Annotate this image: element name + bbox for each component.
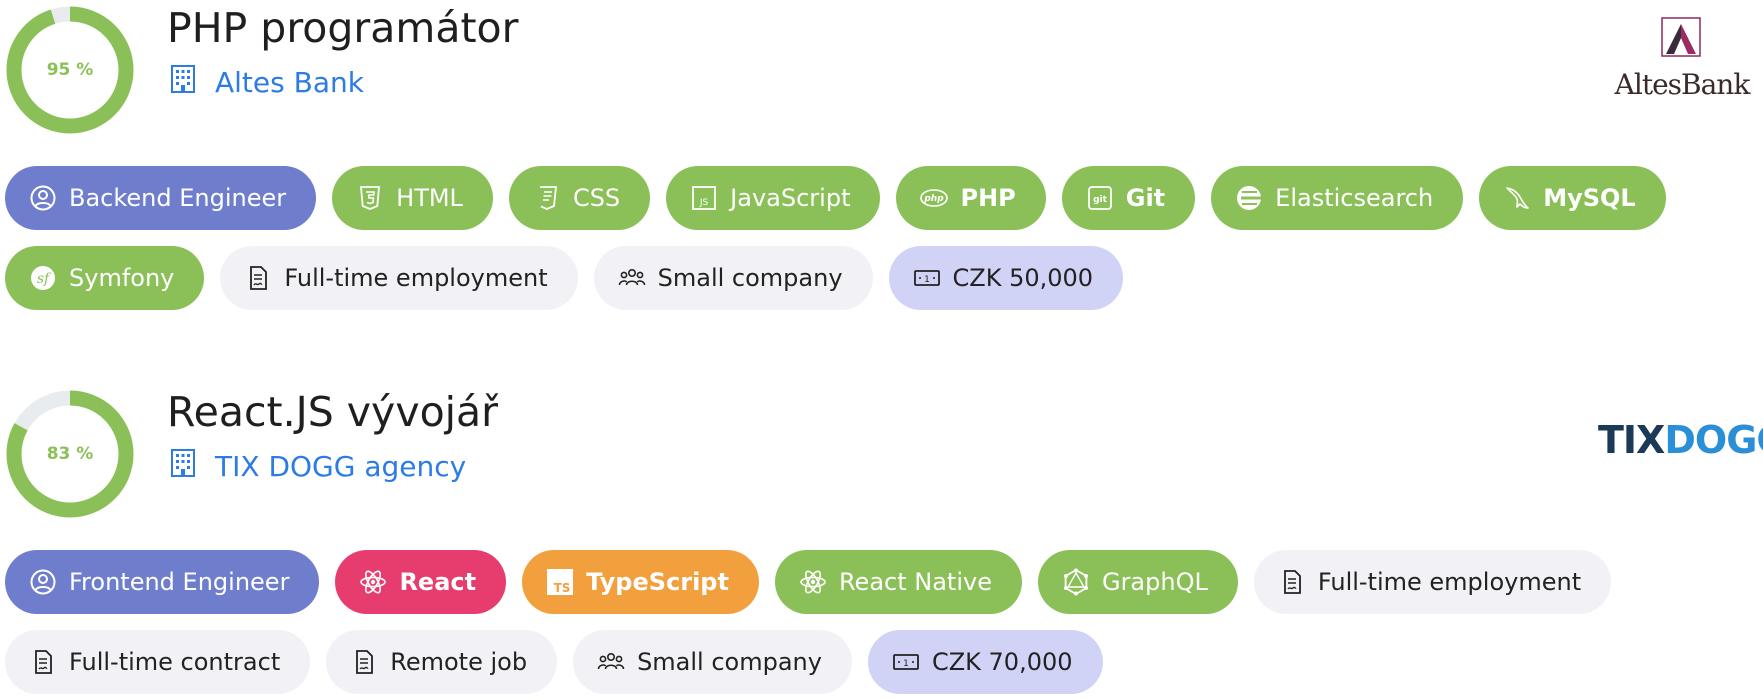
git-icon: git: [1086, 184, 1114, 212]
tag-label: CZK 70,000: [931, 648, 1073, 676]
mysql-dolphin-icon: [1503, 184, 1531, 212]
tag-label: Small company: [637, 648, 822, 676]
match-percentage: 83 %: [46, 444, 94, 464]
tag-label: GraphQL: [1101, 568, 1208, 596]
match-ring: 95 %: [6, 6, 134, 134]
tag-label: MySQL: [1543, 184, 1636, 212]
tag-label: CSS: [572, 184, 621, 212]
contract-icon: [1278, 568, 1306, 596]
tag-label: Frontend Engineer: [69, 568, 290, 596]
tag-label: Elasticsearch: [1275, 184, 1434, 212]
tag-employment-type[interactable]: Full-time employment: [1253, 550, 1612, 614]
tag-skill-html[interactable]: HTML: [332, 166, 493, 230]
tag-skill-graphql[interactable]: GraphQL: [1037, 550, 1238, 614]
contract-icon: [244, 264, 272, 292]
tag-employment-type[interactable]: Full-time employment: [220, 246, 578, 310]
company-logo-text: TIXDOGG: [1598, 418, 1763, 462]
symfony-icon: sf: [29, 264, 57, 292]
job-title[interactable]: React.JS vývojář: [167, 388, 498, 436]
tag-label: React: [399, 568, 477, 596]
js-icon: JS: [690, 184, 718, 212]
tag-skill-php[interactable]: php PHP: [896, 166, 1046, 230]
people-group-icon: [618, 264, 646, 292]
tag-company-size[interactable]: Small company: [593, 246, 873, 310]
tag-role[interactable]: Backend Engineer: [5, 166, 317, 230]
company-link[interactable]: TIX DOGG agency: [167, 446, 466, 486]
tag-label: Backend Engineer: [69, 184, 287, 212]
svg-text:1: 1: [924, 275, 930, 285]
tag-skill-elasticsearch[interactable]: Elasticsearch: [1211, 166, 1464, 230]
company-logo[interactable]: AltesBank: [1612, 16, 1752, 101]
tag-label: HTML: [396, 184, 463, 212]
tag-skill-react-native[interactable]: React Native: [774, 550, 1022, 614]
tag-label: JavaScript: [730, 184, 851, 212]
banknote-icon: 1: [892, 648, 920, 676]
svg-text:JS: JS: [699, 198, 709, 208]
tag-label: Full-time employment: [1317, 568, 1582, 596]
banknote-icon: 1: [913, 264, 941, 292]
match-percentage: 95 %: [46, 60, 94, 80]
contract-icon: [29, 648, 57, 676]
tag-label: PHP: [960, 184, 1016, 212]
tag-label: Git: [1125, 184, 1166, 212]
tag-salary[interactable]: 1 CZK 70,000: [867, 630, 1103, 694]
people-group-icon: [597, 648, 625, 676]
tag-label: Full-time employment: [284, 264, 548, 292]
tag-label: Symfony: [69, 264, 175, 292]
css3-icon: [533, 184, 561, 212]
svg-text:1: 1: [903, 659, 909, 669]
tag-row: Backend Engineer HTML CSS JS JavaScript p…: [5, 166, 1666, 230]
tag-role[interactable]: Frontend Engineer: [5, 550, 320, 614]
svg-text:TS: TS: [554, 581, 571, 595]
tag-skill-mysql[interactable]: MySQL: [1479, 166, 1666, 230]
tag-row: sf Symfony Full-time employment Small com…: [5, 246, 1124, 310]
php-icon: php: [920, 184, 949, 212]
company-logo[interactable]: TIXDOGG: [1598, 416, 1763, 464]
tag-label: Full-time contract: [69, 648, 281, 676]
tag-contract-type[interactable]: Full-time contract: [5, 630, 311, 694]
typescript-icon: TS: [546, 568, 574, 596]
tag-skill-symfony[interactable]: sf Symfony: [5, 246, 205, 310]
company-link[interactable]: Altes Bank: [167, 62, 364, 102]
tag-label: Small company: [657, 264, 843, 292]
tag-remote[interactable]: Remote job: [326, 630, 558, 694]
tag-skill-git[interactable]: git Git: [1061, 166, 1196, 230]
tag-skill-react[interactable]: React: [335, 550, 507, 614]
svg-text:php: php: [924, 194, 945, 204]
building-icon: [167, 447, 199, 486]
altes-bank-emblem: [1661, 17, 1701, 57]
react-icon: [359, 568, 387, 596]
match-ring: 83 %: [6, 390, 134, 518]
company-name: Altes Bank: [215, 65, 364, 99]
tag-label: React Native: [838, 568, 992, 596]
company-logo-text: AltesBank: [1614, 68, 1751, 101]
user-circle-icon: [29, 184, 57, 212]
tag-company-size[interactable]: Small company: [573, 630, 852, 694]
tag-row: Frontend Engineer React TS TypeScript Rea…: [5, 550, 1612, 614]
elasticsearch-icon: [1235, 184, 1263, 212]
tag-skill-typescript[interactable]: TS TypeScript: [522, 550, 759, 614]
user-circle-icon: [29, 568, 57, 596]
html5-icon: [356, 184, 384, 212]
tag-salary[interactable]: 1 CZK 50,000: [888, 246, 1124, 310]
company-name: TIX DOGG agency: [215, 449, 467, 483]
tag-skill-css[interactable]: CSS: [508, 166, 651, 230]
tag-row: Full-time contract Remote job Small comp…: [5, 630, 1103, 694]
tag-label: TypeScript: [586, 568, 729, 596]
tag-skill-javascript[interactable]: JS JavaScript: [666, 166, 881, 230]
svg-text:git: git: [1093, 195, 1108, 205]
graphql-icon: [1062, 568, 1090, 596]
tag-label: CZK 50,000: [952, 264, 1094, 292]
building-icon: [167, 63, 199, 102]
job-title[interactable]: PHP programátor: [167, 4, 518, 52]
contract-icon: [350, 648, 378, 676]
react-icon: [799, 568, 827, 596]
tag-label: Remote job: [390, 648, 528, 676]
